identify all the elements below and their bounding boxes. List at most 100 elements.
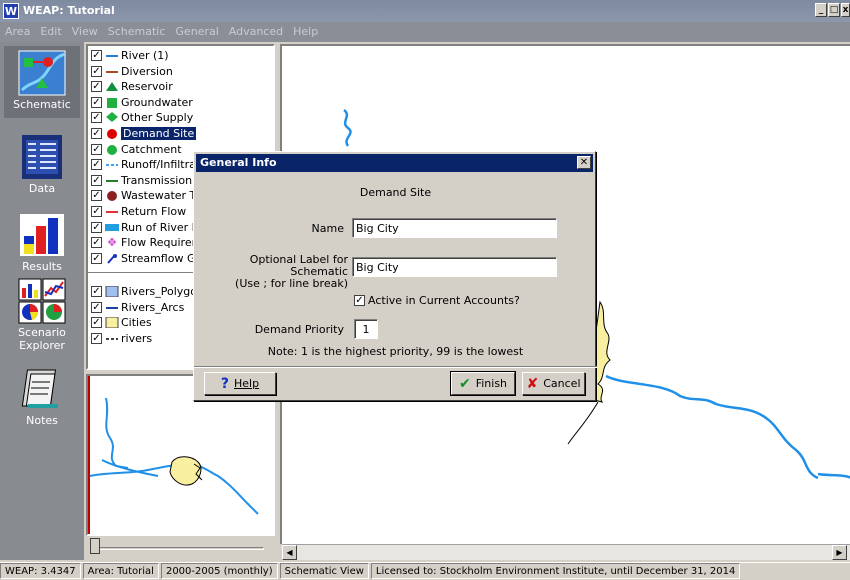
cancel-button[interactable]: ✘ Cancel bbox=[522, 372, 585, 395]
finish-label: Finish bbox=[475, 377, 508, 390]
layer-label: Runoff/Infiltrati bbox=[121, 158, 204, 172]
scroll-right-icon[interactable]: ▶ bbox=[832, 545, 847, 560]
box-icon bbox=[105, 286, 119, 297]
layer-row[interactable]: ✓ Diversion bbox=[91, 64, 273, 79]
cancel-x-icon: ✘ bbox=[526, 375, 539, 392]
priority-input[interactable] bbox=[354, 319, 378, 339]
layer-row[interactable]: ✓ Reservoir bbox=[91, 79, 273, 94]
zoom-slider[interactable] bbox=[86, 538, 275, 558]
status-period: 2000-2005 (monthly) bbox=[160, 563, 278, 579]
layer-checkbox[interactable]: ✓ bbox=[91, 301, 102, 313]
layer-checkbox[interactable]: ✓ bbox=[91, 159, 102, 171]
layer-checkbox[interactable]: ✓ bbox=[91, 252, 102, 264]
active-checkbox-row[interactable]: ✓ Active in Current Accounts? bbox=[354, 294, 520, 307]
layer-row[interactable]: ✓ Other Supply bbox=[91, 110, 273, 125]
layer-label: Diversion bbox=[121, 64, 173, 78]
gis-layer-row[interactable]: ✓ Cities bbox=[91, 315, 152, 330]
title-bar: W WEAP: Tutorial _ □ x bbox=[0, 0, 850, 22]
active-checkbox[interactable]: ✓ bbox=[354, 295, 365, 306]
slider-track bbox=[94, 547, 264, 550]
optional-label-input[interactable] bbox=[352, 257, 557, 277]
horizontal-scrollbar[interactable]: ◀ ▶ bbox=[282, 544, 850, 560]
finish-button[interactable]: ✔ Finish bbox=[450, 371, 516, 396]
layer-checkbox[interactable]: ✓ bbox=[91, 332, 102, 344]
help-button[interactable]: ? Help bbox=[204, 372, 276, 395]
layer-checkbox[interactable]: ✓ bbox=[91, 317, 102, 329]
status-view: Schematic View bbox=[279, 563, 369, 579]
layer-checkbox[interactable]: ✓ bbox=[91, 143, 102, 155]
close-window-button[interactable]: x bbox=[841, 3, 850, 17]
menu-advanced[interactable]: Advanced bbox=[224, 22, 288, 38]
status-version: WEAP: 3.4347 bbox=[0, 563, 81, 579]
dialog-divider bbox=[194, 366, 597, 368]
box-icon bbox=[105, 317, 119, 329]
rect-icon bbox=[105, 222, 119, 233]
results-icon bbox=[18, 212, 66, 258]
layer-checkbox[interactable]: ✓ bbox=[91, 190, 102, 202]
layer-checkbox[interactable]: ✓ bbox=[91, 237, 102, 249]
priority-label: Demand Priority bbox=[254, 323, 344, 336]
gis-layer-row[interactable]: ✓ Rivers_Arcs bbox=[91, 300, 184, 315]
general-info-dialog: General Info ✕ Demand Site Name Optional… bbox=[193, 151, 597, 401]
optional-label-line2: (Use ; for line break) bbox=[235, 277, 348, 290]
status-bar: WEAP: 3.4347 Area: Tutorial 2000-2005 (m… bbox=[0, 562, 850, 580]
layer-checkbox[interactable]: ✓ bbox=[91, 286, 102, 297]
layer-label: Rivers_Polygon bbox=[121, 285, 204, 298]
layer-row[interactable]: ✓ Groundwater bbox=[91, 95, 273, 110]
layer-checkbox[interactable]: ✓ bbox=[91, 50, 102, 61]
sidebar-item-label: Schematic bbox=[13, 98, 71, 111]
circle-icon bbox=[105, 128, 119, 139]
layer-label: rivers bbox=[121, 331, 153, 345]
sidebar-item-notes[interactable]: Notes bbox=[4, 366, 80, 428]
sidebar-item-label: Data bbox=[28, 182, 56, 195]
view-bar: Schematic Data Results Scenario Explorer… bbox=[0, 42, 84, 560]
layer-checkbox[interactable]: ✓ bbox=[91, 65, 102, 77]
star-icon: ✥ bbox=[107, 236, 117, 250]
dash-icon bbox=[105, 159, 119, 170]
layer-checkbox[interactable]: ✓ bbox=[91, 221, 102, 233]
gis-layer-row[interactable]: ✓ Rivers_Polygon bbox=[91, 284, 204, 299]
menu-area[interactable]: Area bbox=[0, 22, 35, 38]
maximize-button[interactable]: □ bbox=[828, 3, 840, 17]
layer-checkbox[interactable]: ✓ bbox=[91, 96, 102, 108]
menu-help[interactable]: Help bbox=[288, 22, 323, 38]
sidebar-item-label: Scenario Explorer bbox=[18, 326, 66, 352]
minimize-button[interactable]: _ bbox=[815, 3, 827, 17]
sidebar-item-results[interactable]: Results bbox=[4, 212, 80, 274]
checkmark-icon: ✔ bbox=[458, 375, 471, 392]
scroll-left-icon[interactable]: ◀ bbox=[282, 545, 297, 560]
layer-label: River (1) bbox=[121, 49, 169, 62]
name-input[interactable] bbox=[352, 218, 557, 238]
layer-checkbox[interactable]: ✓ bbox=[91, 206, 102, 217]
notes-icon bbox=[18, 366, 66, 412]
layer-label: Cities bbox=[121, 316, 152, 330]
layer-checkbox[interactable]: ✓ bbox=[91, 112, 102, 124]
menu-general[interactable]: General bbox=[170, 22, 223, 38]
sidebar-item-schematic[interactable]: Schematic bbox=[4, 46, 80, 118]
menu-edit[interactable]: Edit bbox=[35, 22, 66, 38]
layer-checkbox[interactable]: ✓ bbox=[91, 174, 102, 186]
gis-layer-row[interactable]: ✓ rivers bbox=[91, 331, 152, 346]
sidebar-item-data[interactable]: Data bbox=[4, 134, 80, 196]
layer-row[interactable]: ✓ Demand Site bbox=[91, 126, 273, 141]
scenario-explorer-icon bbox=[18, 278, 66, 324]
line-icon bbox=[105, 302, 119, 313]
layer-checkbox[interactable]: ✓ bbox=[91, 128, 102, 139]
help-icon: ? bbox=[220, 375, 230, 392]
sidebar-item-label: Results bbox=[22, 260, 62, 273]
layer-label: Rivers_Arcs bbox=[121, 300, 185, 314]
dialog-title: General Info bbox=[196, 154, 593, 172]
menu-schematic[interactable]: Schematic bbox=[103, 22, 171, 38]
priority-note: Note: 1 is the highest priority, 99 is t… bbox=[267, 345, 524, 358]
layer-label: Return Flow bbox=[121, 205, 187, 218]
circle-icon bbox=[105, 190, 119, 202]
slider-thumb[interactable] bbox=[90, 538, 100, 554]
sidebar-item-scenario-explorer[interactable]: Scenario Explorer bbox=[4, 278, 80, 358]
layer-label: Reservoir bbox=[121, 80, 173, 94]
dialog-close-button[interactable]: ✕ bbox=[577, 156, 591, 169]
line-icon bbox=[105, 206, 119, 217]
layer-checkbox[interactable]: ✓ bbox=[91, 81, 102, 93]
layer-label: Catchment bbox=[121, 142, 182, 156]
menu-view[interactable]: View bbox=[67, 22, 103, 38]
layer-row[interactable]: ✓ River (1) bbox=[91, 48, 273, 63]
